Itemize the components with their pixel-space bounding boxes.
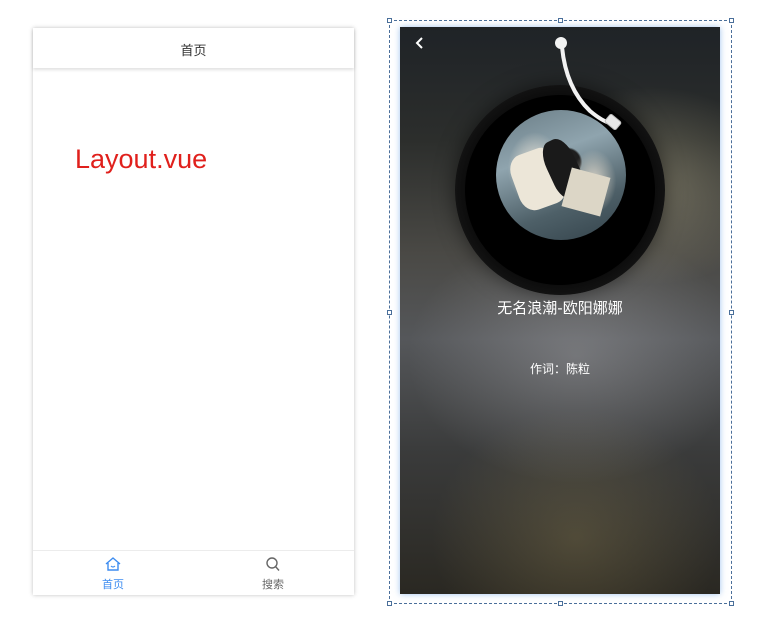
tonearm: [555, 37, 622, 131]
home-icon: [105, 557, 121, 571]
resize-handle-ml[interactable]: [387, 310, 392, 315]
tab-home-label: 首页: [102, 578, 124, 591]
resize-handle-bl[interactable]: [387, 601, 392, 606]
resize-handle-tc[interactable]: [558, 18, 563, 23]
tab-home[interactable]: 首页: [33, 551, 193, 595]
resize-handle-tl[interactable]: [387, 18, 392, 23]
page-header: 首页: [33, 28, 354, 68]
resize-handle-mr[interactable]: [729, 310, 734, 315]
resize-handle-br[interactable]: [729, 601, 734, 606]
page-title: 首页: [180, 44, 207, 59]
tab-search-label: 搜索: [262, 578, 284, 591]
resize-handle-tr[interactable]: [729, 18, 734, 23]
album-cover-paper: [561, 167, 611, 217]
lyric-line: 作词：陈粒: [529, 362, 590, 376]
music-player-screen: 无名浪潮-欧阳娜娜 作词：陈粒: [400, 27, 720, 594]
tab-search[interactable]: 搜索: [193, 551, 353, 595]
component-name-label: Layout.vue: [75, 144, 208, 174]
layout-phone-preview: 首页 Layout.vue 首页 搜索: [33, 28, 354, 595]
song-title: 无名浪潮-欧阳娜娜: [497, 299, 623, 317]
chevron-left-icon: [415, 37, 423, 49]
bottom-tabbar: 首页 搜索: [33, 550, 354, 595]
resize-handle-bc[interactable]: [558, 601, 563, 606]
back-button[interactable]: [410, 35, 430, 55]
search-icon: [266, 557, 280, 571]
